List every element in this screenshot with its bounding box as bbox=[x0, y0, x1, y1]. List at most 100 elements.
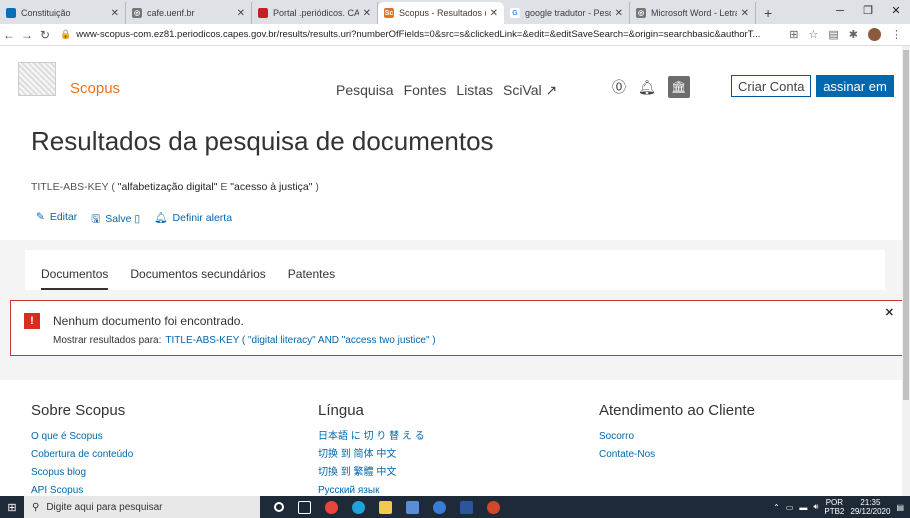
app-icon[interactable] bbox=[433, 500, 446, 514]
tab-favicon-icon: ◎ bbox=[132, 8, 142, 18]
help-icon[interactable]: ⓪ bbox=[612, 77, 626, 97]
footer-link[interactable]: 日本語 に 切 り 替 え る bbox=[318, 428, 425, 446]
bell-icon[interactable]: 🔔︎ bbox=[638, 79, 656, 96]
save-label: Salve bbox=[105, 213, 132, 225]
tab-documentos-secundarios[interactable]: Documentos secundários bbox=[130, 267, 265, 290]
close-icon[interactable]: ✕ bbox=[741, 8, 749, 19]
maximize-icon[interactable]: ❐ bbox=[854, 0, 882, 22]
page-title: Resultados da pesquisa de documentos bbox=[31, 126, 494, 156]
browser-tab[interactable]: Constituição ✕ bbox=[0, 2, 126, 24]
site-header: Scopus Pesquisa Fontes Listas SciVal ↗ ⓪… bbox=[0, 46, 910, 116]
scrollbar-thumb[interactable] bbox=[903, 50, 909, 400]
create-account-button[interactable]: Criar Conta bbox=[731, 75, 812, 97]
menu-icon[interactable]: ⋮ bbox=[891, 28, 902, 41]
footer-link[interactable]: 切换 到 简体 中文 bbox=[318, 446, 425, 464]
page-scrollbar[interactable] bbox=[902, 46, 910, 496]
search-icon: ⚲ bbox=[32, 501, 40, 513]
alert-action[interactable]: 🔔︎ Definir alerta bbox=[154, 211, 232, 229]
institution-icon[interactable]: 🏛︎ bbox=[667, 76, 690, 98]
save-action[interactable]: 🖫 Salve ▯ bbox=[91, 211, 140, 229]
tab-patentes[interactable]: Patentes bbox=[288, 267, 335, 290]
header-icons: ⓪ 🔔︎ 🏛︎ bbox=[612, 76, 690, 98]
forward-icon[interactable]: → bbox=[18, 28, 36, 42]
footer-link[interactable]: Contate-Nos bbox=[599, 446, 755, 464]
minimize-icon[interactable]: ─ bbox=[826, 0, 854, 22]
tab-label: cafe.uenf.br bbox=[147, 8, 195, 18]
nav-scival[interactable]: SciVal ↗ bbox=[503, 82, 557, 99]
tab-favicon-icon: G bbox=[510, 8, 520, 18]
nav-listas[interactable]: Listas bbox=[456, 82, 493, 99]
close-icon[interactable]: ✕ bbox=[111, 8, 119, 19]
footer-link[interactable]: 切換 到 繁體 中文 bbox=[318, 464, 425, 482]
close-icon[interactable]: ✕ bbox=[237, 8, 245, 19]
powerpoint-icon[interactable] bbox=[487, 500, 500, 514]
close-window-icon[interactable]: ✕ bbox=[882, 0, 910, 22]
clock-date: 29/12/2020 bbox=[850, 507, 891, 516]
sign-in-button[interactable]: assinar em bbox=[816, 75, 894, 97]
edit-action[interactable]: ✎ Editar bbox=[36, 211, 77, 229]
footer-link[interactable]: O que é Scopus bbox=[31, 428, 133, 446]
store-icon[interactable] bbox=[406, 500, 419, 514]
toolbar-icons: ⊞ ☆ ▤ ✱ ⋮ bbox=[789, 28, 910, 41]
chrome-icon[interactable] bbox=[325, 500, 338, 514]
close-icon[interactable]: ✕ bbox=[885, 306, 894, 319]
volume-icon[interactable]: 🔊︎ bbox=[813, 502, 818, 512]
tab-documentos[interactable]: Documentos bbox=[41, 267, 109, 290]
task-view-icon[interactable] bbox=[298, 500, 311, 514]
footer-heading: Atendimento ao Cliente bbox=[599, 402, 755, 419]
windows-start-icon[interactable]: ⊞ bbox=[0, 501, 24, 514]
back-icon[interactable]: ← bbox=[0, 28, 18, 42]
browser-tab[interactable]: ◎ Microsoft Word - Letra ✕ bbox=[630, 2, 756, 24]
browser-tab[interactable]: Portal .periódicos. CAPES ✕ bbox=[252, 2, 378, 24]
browser-tab-active[interactable]: Sc Scopus - Resultados da ✕ bbox=[378, 2, 504, 24]
close-icon[interactable]: ✕ bbox=[363, 8, 371, 19]
footer-link[interactable]: Cobertura de conteúdo bbox=[31, 446, 133, 464]
taskbar-apps bbox=[274, 500, 500, 514]
tab-label: Portal .periódicos. CAPES bbox=[273, 8, 359, 18]
pencil-icon: ✎ bbox=[36, 211, 45, 223]
taskbar-search[interactable]: ⚲ Digite aqui para pesquisar bbox=[24, 496, 260, 518]
star-icon[interactable]: ☆ bbox=[809, 28, 819, 41]
alert-label: Definir alerta bbox=[172, 212, 233, 224]
cortana-icon[interactable] bbox=[274, 502, 284, 512]
profile-avatar[interactable] bbox=[868, 28, 881, 41]
notification-icon[interactable]: ▤ bbox=[896, 503, 904, 512]
clock[interactable]: 21:35 29/12/2020 bbox=[850, 498, 890, 516]
tab-favicon-icon bbox=[6, 8, 16, 18]
address-bar[interactable]: 🔒 www-scopus-com.ez81.periodicos.capes.go… bbox=[60, 26, 783, 44]
footer-col-support: Atendimento ao Cliente Socorro Contate-N… bbox=[599, 402, 755, 464]
translate-icon[interactable]: ⊞ bbox=[789, 28, 798, 41]
close-icon[interactable]: ✕ bbox=[615, 8, 623, 19]
network-icon[interactable]: ▭ bbox=[786, 503, 794, 512]
query-operator: E bbox=[220, 181, 228, 193]
top-nav: Pesquisa Fontes Listas SciVal ↗ bbox=[336, 82, 557, 99]
battery-icon[interactable]: ▬ bbox=[799, 503, 807, 512]
extensions-icon[interactable]: ✱ bbox=[849, 28, 858, 41]
language-indicator[interactable]: POR PTB2 bbox=[824, 498, 844, 516]
edit-label: Editar bbox=[49, 211, 78, 223]
footer-link[interactable]: Socorro bbox=[599, 428, 755, 446]
browser-tab[interactable]: ◎ cafe.uenf.br ✕ bbox=[126, 2, 252, 24]
nav-pesquisa[interactable]: Pesquisa bbox=[336, 82, 394, 99]
scopus-logo[interactable]: Scopus bbox=[70, 80, 120, 97]
word-icon[interactable] bbox=[460, 500, 473, 514]
footer-link[interactable]: Scopus blog bbox=[31, 464, 133, 482]
close-icon[interactable]: ✕ bbox=[490, 8, 498, 19]
reading-list-icon[interactable]: ▤ bbox=[828, 28, 838, 41]
elsevier-logo[interactable] bbox=[18, 62, 56, 96]
edge-icon[interactable] bbox=[352, 500, 365, 514]
query-term: "alfabetização digital" bbox=[117, 181, 218, 193]
window-controls: ─ ❐ ✕ bbox=[826, 0, 910, 22]
bell-icon: 🔔︎ bbox=[154, 212, 168, 224]
tray-chevron-icon[interactable]: ⌃ bbox=[773, 503, 780, 512]
file-explorer-icon[interactable] bbox=[379, 500, 392, 514]
suggestion-link[interactable]: TITLE-ABS-KEY ( "digital literacy" AND "… bbox=[165, 335, 435, 346]
site-footer: Sobre Scopus O que é Scopus Cobertura de… bbox=[0, 380, 910, 496]
new-tab-button[interactable]: + bbox=[756, 2, 780, 24]
error-icon: ! bbox=[24, 313, 40, 329]
browser-tab[interactable]: Ggoogle tradutor - Pesq ✕ bbox=[504, 2, 630, 24]
browser-toolbar: ← → ↻ 🔒 www-scopus-com.ez81.periodicos.ca… bbox=[0, 24, 910, 46]
nav-fontes[interactable]: Fontes bbox=[404, 82, 447, 99]
reload-icon[interactable]: ↻ bbox=[36, 28, 54, 42]
save-icon: 🖫 bbox=[91, 213, 101, 225]
